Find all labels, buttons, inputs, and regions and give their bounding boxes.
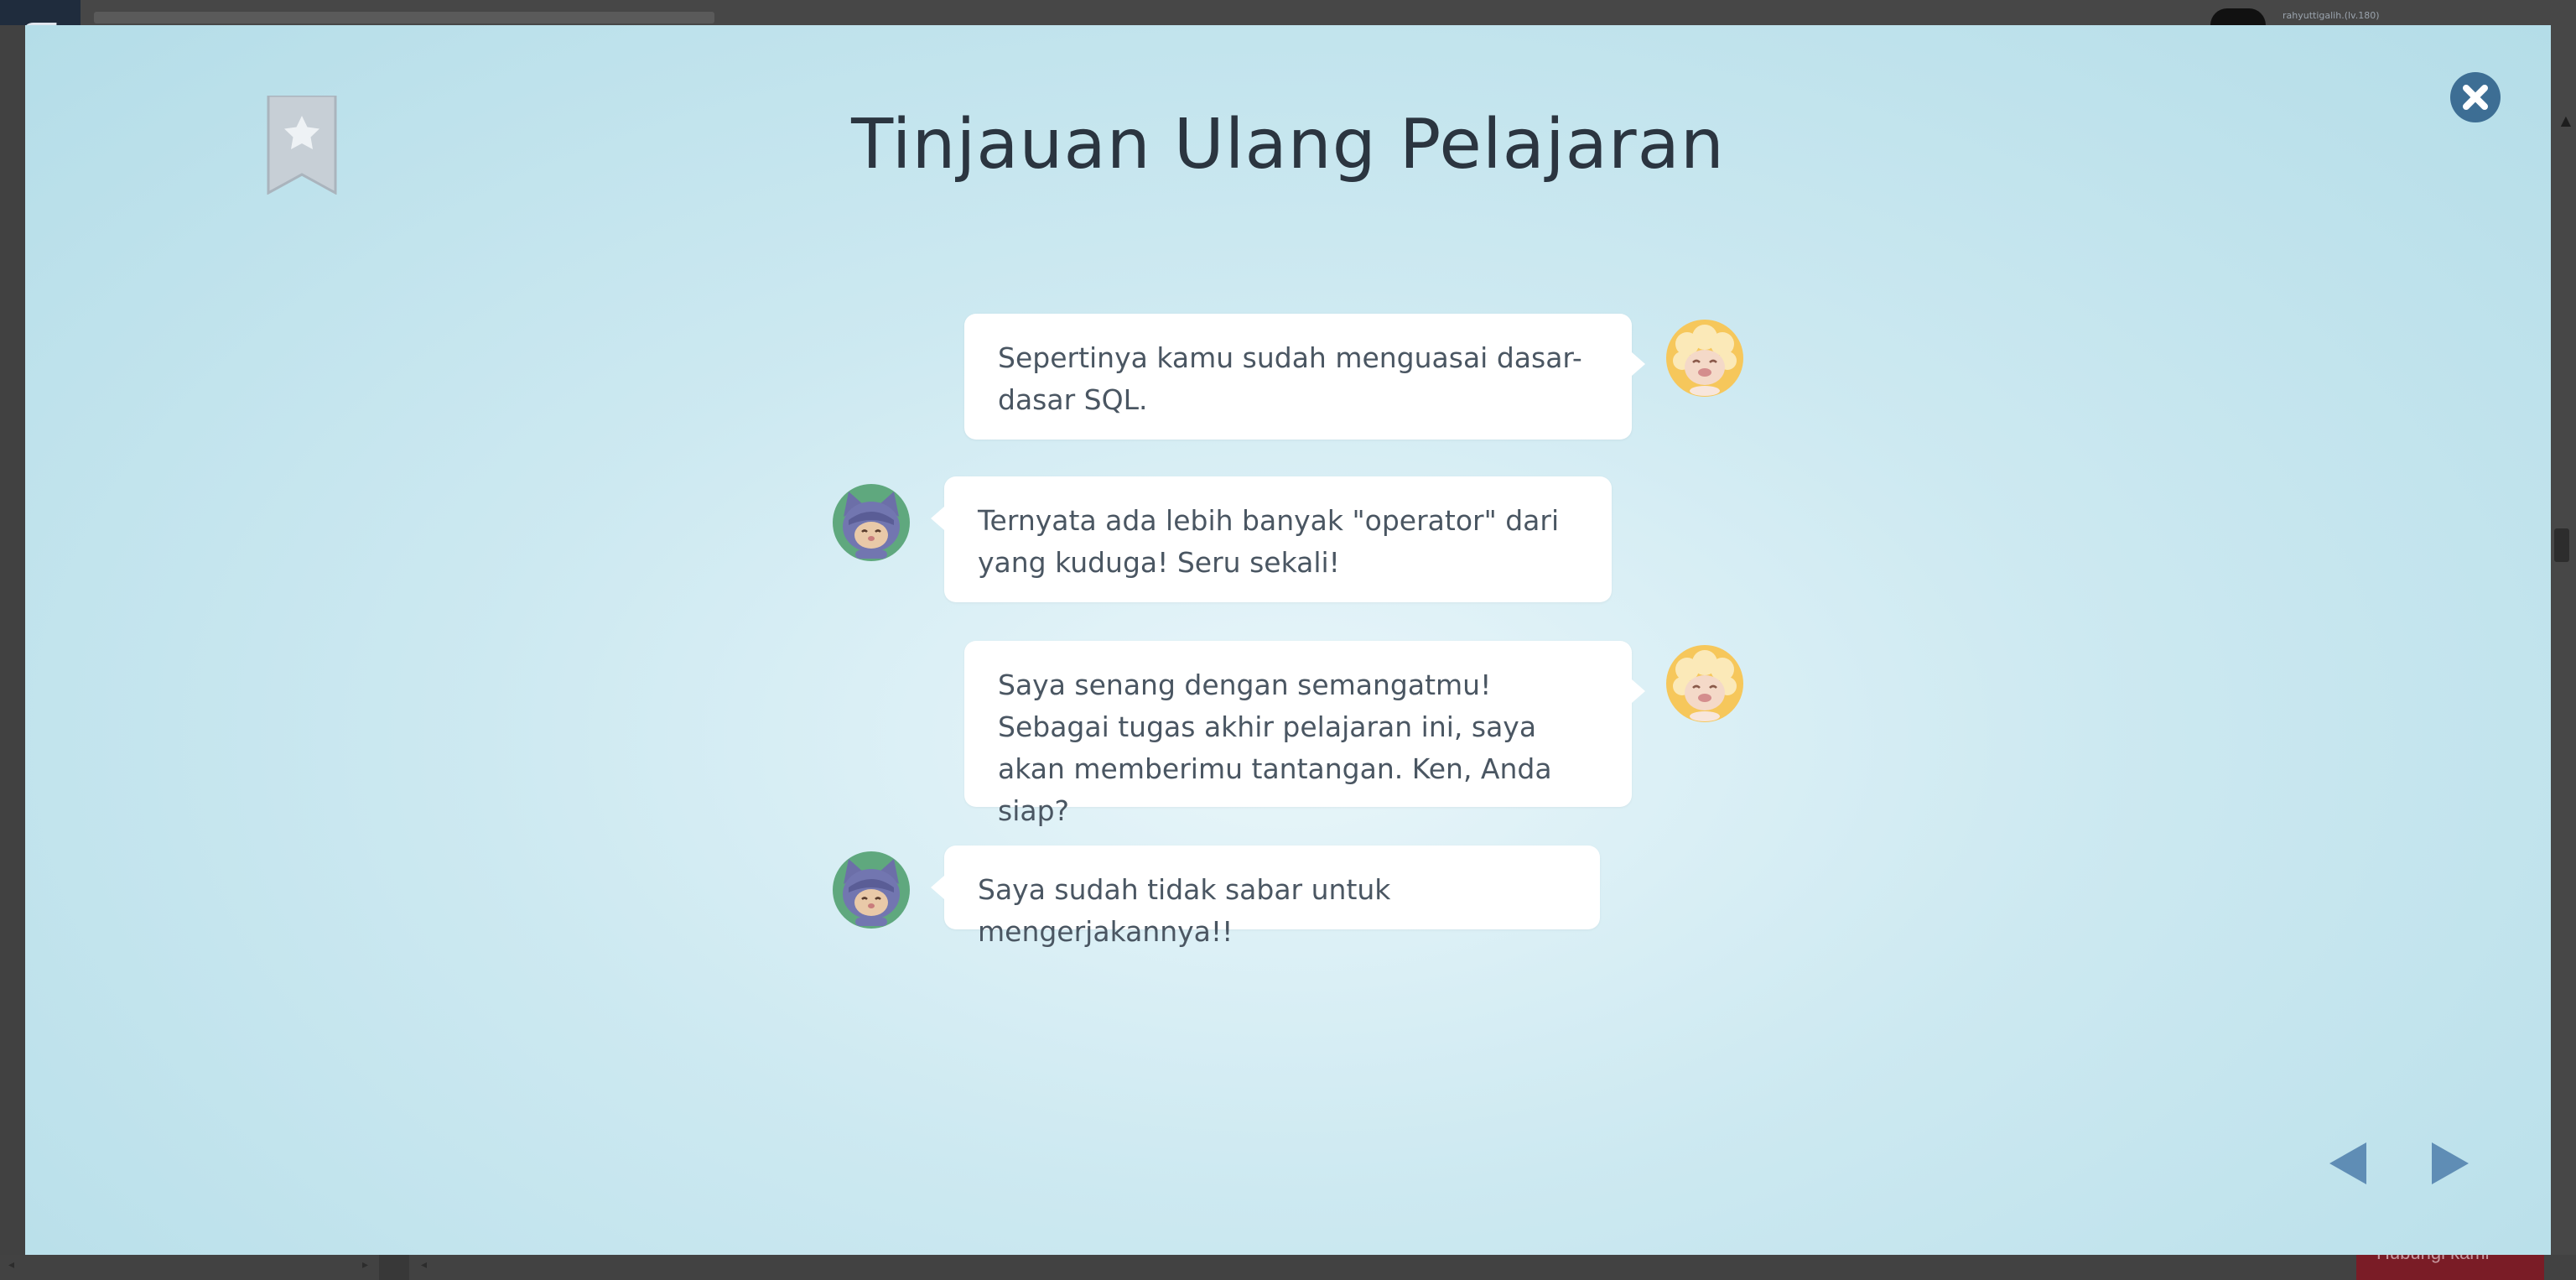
dialogue-text: Saya sudah tidak sabar untuk mengerjakan…: [978, 873, 1391, 948]
background-user-avatar: [2210, 8, 2266, 25]
sheep-avatar: [1666, 645, 1743, 722]
background-divider: [379, 1255, 409, 1280]
scroll-up-icon: ▲: [2560, 112, 2571, 128]
background-left-arrow-icon: ◂: [8, 1258, 15, 1272]
sheep-avatar: [1666, 320, 1743, 397]
next-arrow-icon[interactable]: [2430, 1141, 2470, 1186]
background-username: rahyuttigalih.(lv.180): [2283, 10, 2380, 21]
background-left-arrow-icon-2: ◂: [421, 1258, 428, 1272]
dialogue-bubble: Saya senang dengan semangatmu! Sebagai t…: [964, 641, 1645, 827]
cat-avatar: [833, 851, 910, 929]
cat-avatar: [833, 484, 910, 561]
background-search-bar: [94, 12, 714, 23]
lesson-review-modal: Tinjauan Ulang Pelajaran Sepertinya kamu…: [25, 25, 2551, 1255]
dialogue-text: Sepertinya kamu sudah menguasai dasar-da…: [998, 341, 1582, 416]
background-right-arrow-icon: ▸: [362, 1258, 369, 1272]
dialogue-text: Ternyata ada lebih banyak "operator" dar…: [978, 504, 1560, 579]
dialogue-area: Sepertinya kamu sudah menguasai dasar-da…: [25, 25, 2551, 1255]
dialogue-bubble: Ternyata ada lebih banyak "operator" dar…: [931, 476, 1612, 602]
background-scrollbar: ▲ ▼: [2549, 25, 2576, 1280]
scroll-thumb: [2554, 528, 2569, 562]
dialogue-text: Saya senang dengan semangatmu! Sebagai t…: [998, 669, 1552, 827]
background-left-panel: [0, 25, 25, 1280]
dialogue-bubble: Sepertinya kamu sudah menguasai dasar-da…: [964, 314, 1645, 440]
dialogue-bubble: Saya sudah tidak sabar untuk mengerjakan…: [931, 846, 1600, 948]
previous-arrow-icon[interactable]: [2328, 1141, 2368, 1186]
